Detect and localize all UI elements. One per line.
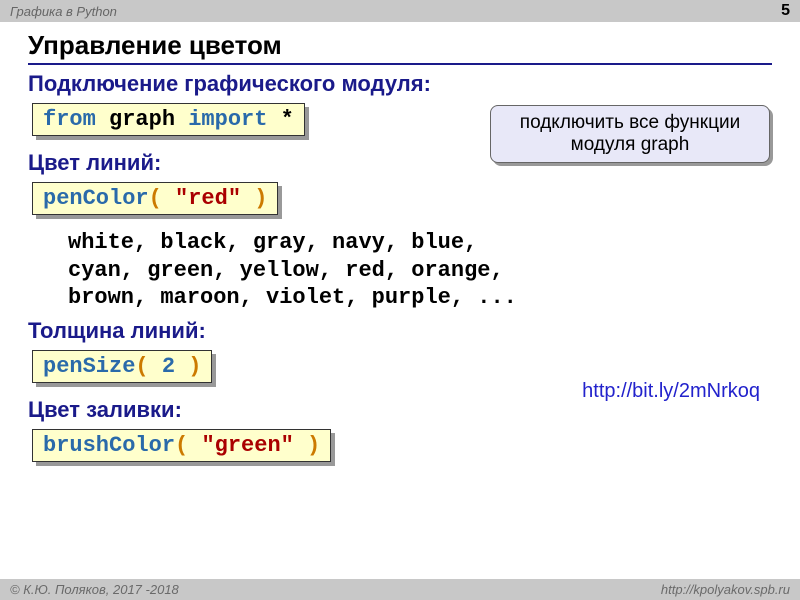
page-number: 5 — [781, 2, 790, 20]
label-pensize: Толщина линий: — [28, 318, 772, 344]
color-list: white, black, gray, navy, blue, cyan, gr… — [68, 229, 772, 312]
code-pencolor: penColor( "red" ) — [32, 182, 278, 215]
callout-note: подключить все функции модуля graph — [490, 105, 770, 163]
code-brushcolor: brushColor( "green" ) — [32, 429, 331, 462]
code-pensize: penSize( 2 ) — [32, 350, 212, 383]
label-import: Подключение графического модуля: — [28, 71, 772, 97]
code-import: from graph import * — [32, 103, 305, 136]
course-name: Графика в Python — [10, 4, 117, 19]
footer-bar: © К.Ю. Поляков, 2017 -2018 http://kpolya… — [0, 579, 800, 600]
colors-link[interactable]: http://bit.ly/2mNrkoq — [582, 380, 760, 403]
header-bar: Графика в Python 5 — [0, 0, 800, 22]
slide-title: Управление цветом — [28, 30, 772, 65]
footer-url: http://kpolyakov.spb.ru — [661, 582, 790, 597]
footer-copyright: © К.Ю. Поляков, 2017 -2018 — [10, 582, 179, 597]
